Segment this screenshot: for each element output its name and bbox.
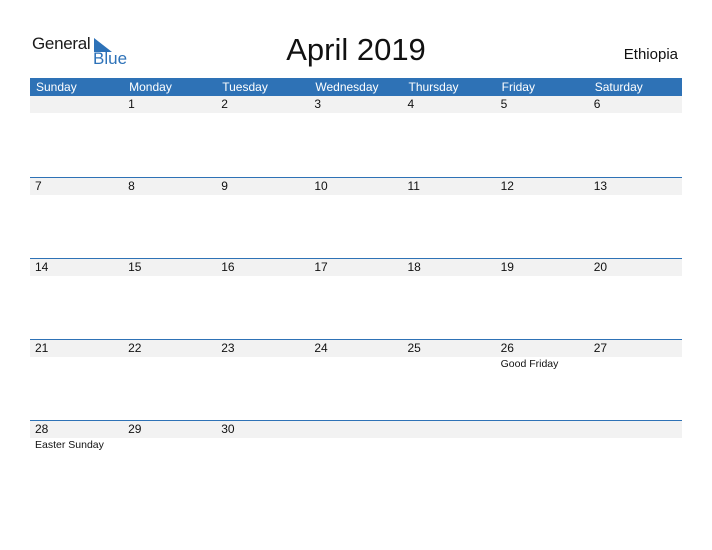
holiday-label xyxy=(496,438,589,452)
holiday-label xyxy=(309,357,402,371)
date-band: 28 29 30 xyxy=(30,421,682,438)
weekday-label: Wednesday xyxy=(315,80,379,94)
day-number: 7 xyxy=(35,179,42,193)
day-number: 27 xyxy=(593,341,608,355)
day-number: 16 xyxy=(221,260,235,274)
day-number xyxy=(496,421,589,438)
event-row: Good Friday xyxy=(30,357,682,371)
holiday-label xyxy=(30,357,123,371)
holiday-label xyxy=(589,357,682,371)
day-number: 5 xyxy=(500,97,508,111)
day-number: 14 xyxy=(35,260,49,274)
day-number: 3 xyxy=(314,97,322,111)
day-number: 26 xyxy=(500,341,514,355)
day-number: 17 xyxy=(314,260,328,274)
holiday-label xyxy=(123,357,216,371)
weekday-label: Monday xyxy=(129,80,172,94)
day-number: 21 xyxy=(35,341,49,355)
week-row: 28 29 30 Easter Sunday xyxy=(30,420,682,501)
day-number: 13 xyxy=(593,179,608,193)
week-row: 14 15 16 17 18 19 20 xyxy=(30,258,682,339)
day-number: 6 xyxy=(593,97,601,111)
holiday-label: Good Friday xyxy=(500,358,559,370)
holiday-label xyxy=(309,438,402,452)
day-number: 15 xyxy=(128,260,142,274)
day-number: 23 xyxy=(221,341,235,355)
holiday-label xyxy=(589,438,682,452)
day-number xyxy=(403,421,496,438)
weekday-label: Sunday xyxy=(36,80,77,94)
weekday-header: Sunday Monday Tuesday Wednesday Thursday… xyxy=(30,78,682,96)
date-band: 7 8 9 10 11 12 13 xyxy=(30,178,682,195)
holiday-label xyxy=(216,357,309,371)
day-number: 24 xyxy=(314,341,328,355)
holiday-label: Easter Sunday xyxy=(35,439,104,451)
week-row: 1 2 3 4 5 6 xyxy=(30,96,682,177)
week-row: 7 8 9 10 11 12 13 xyxy=(30,177,682,258)
event-row: Easter Sunday xyxy=(30,438,682,452)
date-band: 1 2 3 4 5 6 xyxy=(30,96,682,113)
day-number: 30 xyxy=(221,422,235,436)
day-number: 18 xyxy=(407,260,421,274)
holiday-label xyxy=(403,357,496,371)
date-band: 14 15 16 17 18 19 20 xyxy=(30,259,682,276)
day-number: 9 xyxy=(221,179,228,193)
day-number: 28 xyxy=(35,422,49,436)
calendar-title: April 2019 xyxy=(286,32,426,67)
holiday-label xyxy=(123,438,216,452)
day-number: 20 xyxy=(593,260,608,274)
weekday-label: Thursday xyxy=(408,80,459,94)
weekday-label: Saturday xyxy=(594,80,643,94)
weekday-label: Friday xyxy=(501,80,535,94)
day-number: 22 xyxy=(128,341,142,355)
day-number: 10 xyxy=(314,179,328,193)
day-number: 29 xyxy=(128,422,142,436)
day-number: 11 xyxy=(407,179,420,193)
week-row: 21 22 23 24 25 26 27 Good Friday xyxy=(30,339,682,420)
day-number xyxy=(589,421,682,438)
day-number: 19 xyxy=(500,260,514,274)
holiday-label xyxy=(216,438,309,452)
day-number: 12 xyxy=(500,179,514,193)
day-number: 4 xyxy=(407,97,415,111)
date-band: 21 22 23 24 25 26 27 xyxy=(30,340,682,357)
day-number: 2 xyxy=(221,97,228,111)
country-label: Ethiopia xyxy=(623,46,678,63)
day-number xyxy=(309,421,402,438)
day-number xyxy=(30,96,123,113)
weekday-label: Tuesday xyxy=(222,80,268,94)
calendar-grid: Sunday Monday Tuesday Wednesday Thursday… xyxy=(30,78,682,501)
day-number: 1 xyxy=(128,97,135,111)
day-number: 8 xyxy=(128,179,135,193)
holiday-label xyxy=(403,438,496,452)
day-number: 25 xyxy=(407,341,421,355)
